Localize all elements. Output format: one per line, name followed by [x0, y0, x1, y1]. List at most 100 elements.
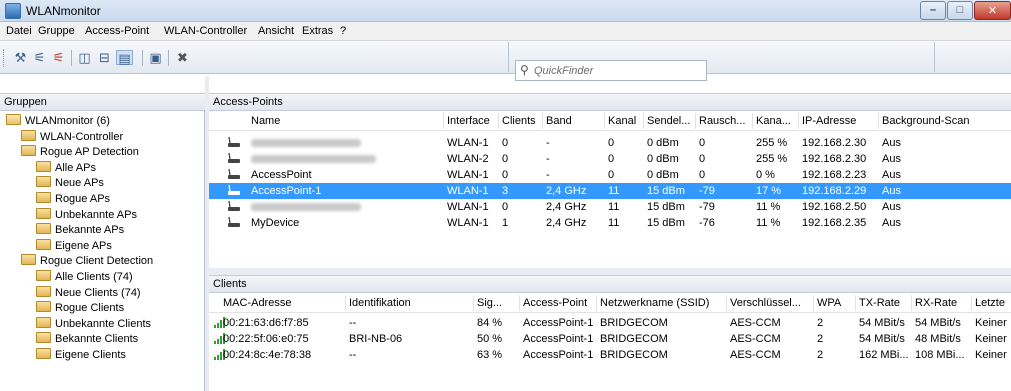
column-header[interactable]: Band [546, 115, 572, 127]
cell-band: - [546, 137, 550, 149]
column-divider[interactable] [798, 113, 799, 129]
tree-item[interactable]: Rogue AP Detection [21, 145, 139, 160]
column-header[interactable]: Sig... [477, 297, 502, 309]
list-view-icon[interactable]: ▤ [116, 50, 133, 66]
column-header[interactable]: Interface [447, 115, 490, 127]
menu-wlan-controller[interactable]: WLAN-Controller [164, 25, 247, 37]
tree-item[interactable]: Alle APs [36, 160, 96, 176]
column-header[interactable]: WPA [817, 297, 841, 309]
column-header[interactable]: Netzwerkname (SSID) [600, 297, 709, 309]
menu-access-point[interactable]: Access-Point [85, 25, 149, 37]
cell-ip: 192.168.2.23 [802, 169, 867, 181]
tree-item[interactable]: Neue Clients (74) [36, 285, 141, 301]
tree-item[interactable]: Eigene APs [36, 238, 112, 254]
cell-rausch: 0 [699, 169, 706, 181]
tree-item[interactable]: Bekannte APs [36, 223, 124, 238]
antenna-icon[interactable]: ⚟ [31, 50, 48, 65]
column-divider[interactable] [498, 113, 499, 129]
table-row[interactable]: 00:24:8c:4e:78:38 -- 63 % AccessPoint-1 BRID… [196, 347, 1007, 363]
table-row[interactable]: 00:22:5f:06:e0:75 BRI-NB-06 50 % AccessPoin… [196, 331, 1007, 347]
antenna-red-icon[interactable]: ⚟ [50, 50, 67, 65]
column-header[interactable]: MAC-Adresse [223, 297, 291, 309]
close-button[interactable]: ✕ [974, 1, 1011, 20]
column-header[interactable]: Sendel... [647, 115, 690, 127]
split-horizontal-icon[interactable]: ⊟ [96, 50, 113, 65]
column-header[interactable]: Name [251, 115, 280, 127]
column-header[interactable]: Letzte [975, 297, 1005, 309]
column-header[interactable]: Rausch... [699, 115, 745, 127]
column-divider[interactable] [519, 295, 520, 311]
column-divider[interactable] [855, 295, 856, 311]
tree-item[interactable]: Rogue Clients [36, 301, 124, 316]
column-header[interactable]: Kana... [756, 115, 791, 127]
menu-gruppe[interactable]: Gruppe [38, 25, 75, 37]
column-header[interactable]: Clients [502, 115, 536, 127]
column-divider[interactable] [813, 295, 814, 311]
cell-band: 2,4 GHz [546, 185, 587, 197]
tree-item[interactable]: Eigene Clients [36, 348, 126, 363]
column-divider[interactable] [752, 113, 753, 129]
menu-extras[interactable]: Extras [302, 25, 333, 37]
tree-item[interactable]: WLAN-Controller [21, 129, 123, 145]
column-divider[interactable] [604, 113, 605, 129]
menu-help[interactable]: ? [340, 25, 346, 37]
column-divider[interactable] [643, 113, 644, 129]
table-row[interactable]: WLAN-1 0 2,4 GHz 11 15 dBm -79 11 % 192.168.2.5… [209, 199, 1011, 215]
column-divider[interactable] [473, 295, 474, 311]
column-divider[interactable] [971, 295, 972, 311]
menu-datei[interactable]: Datei [6, 25, 32, 37]
title-bar: WLANmonitor – □ ✕ [0, 0, 1011, 22]
minimize-button[interactable]: – [920, 1, 946, 20]
tree-item[interactable]: WLANmonitor (6) [6, 114, 110, 129]
cell-tx: 54 MBit/s [859, 333, 905, 345]
column-header[interactable]: Background-Scan [882, 115, 969, 127]
column-divider[interactable] [596, 295, 597, 311]
column-divider[interactable] [345, 295, 346, 311]
tree-item[interactable]: Unbekannte Clients [36, 316, 151, 332]
table-row[interactable]: AccessPoint WLAN-1 0 - 0 0 dBm 0 0 % 192.168.2.2… [209, 167, 1011, 183]
split-vertical-icon[interactable]: ◫ [76, 50, 93, 65]
column-header[interactable]: IP-Adresse [802, 115, 856, 127]
column-header[interactable]: Verschlüssel... [730, 297, 801, 309]
column-divider[interactable] [911, 295, 912, 311]
cell-ap: AccessPoint-1 [523, 317, 594, 329]
tree-item-label: Neue APs [55, 177, 104, 190]
column-divider[interactable] [542, 113, 543, 129]
table-row[interactable]: WLAN-2 0 - 0 0 dBm 0 255 % 192.168.2.30 Aus [209, 151, 1011, 167]
tree-item-label: WLANmonitor (6) [25, 115, 110, 127]
column-header[interactable]: RX-Rate [915, 297, 957, 309]
toolbar-grip[interactable] [3, 49, 6, 67]
column-header[interactable]: Identifikation [349, 297, 411, 309]
cell-name: AccessPoint-1 [251, 185, 322, 197]
tree-item[interactable]: Bekannte Clients [36, 332, 138, 347]
close-x-icon[interactable]: ✖ [174, 50, 191, 65]
table-row[interactable]: AccessPoint-1 WLAN-1 3 2,4 GHz 11 15 dBm -79 17… [209, 183, 1011, 199]
tree-item[interactable]: Rogue Client Detection [21, 254, 153, 269]
cell-name: AccessPoint [251, 169, 312, 181]
column-divider[interactable] [443, 113, 444, 129]
column-header[interactable]: Access-Point [523, 297, 587, 309]
tree-item[interactable]: Rogue APs [36, 192, 110, 207]
column-divider[interactable] [878, 113, 879, 129]
folder-icon [21, 254, 36, 266]
table-row[interactable]: MyDevice WLAN-1 1 2,4 GHz 11 15 dBm -76 11 % 192… [209, 215, 1011, 231]
table-row[interactable]: 00:21:63:d6:f7:85 -- 84 % AccessPoint-1 BRID… [196, 315, 1007, 331]
groups-tree[interactable]: WLANmonitor (6) WLAN-Controller Rogue AP D… [0, 111, 205, 391]
column-header[interactable]: Kanal [608, 115, 636, 127]
horizontal-splitter[interactable] [209, 268, 1011, 275]
tree-item[interactable]: Neue APs [36, 176, 104, 191]
cell-scan: Aus [882, 201, 901, 213]
table-row[interactable]: WLAN-1 0 - 0 0 dBm 0 255 % 192.168.2.30 Aus [209, 135, 1011, 151]
menu-ansicht[interactable]: Ansicht [258, 25, 294, 37]
column-divider[interactable] [695, 113, 696, 129]
column-divider[interactable] [726, 295, 727, 311]
tree-item[interactable]: Alle Clients (74) [36, 270, 133, 285]
maximize-button[interactable]: □ [947, 1, 973, 20]
tree-item[interactable]: Unbekannte APs [36, 207, 137, 223]
cell-wpa: 2 [817, 317, 824, 329]
column-header[interactable]: TX-Rate [859, 297, 900, 309]
cell-kanal: 11 [608, 217, 620, 229]
window-icon[interactable]: ▣ [147, 50, 164, 65]
cell-kanal: 11 [608, 185, 620, 197]
tools-icon[interactable]: ⚒ [12, 50, 29, 65]
